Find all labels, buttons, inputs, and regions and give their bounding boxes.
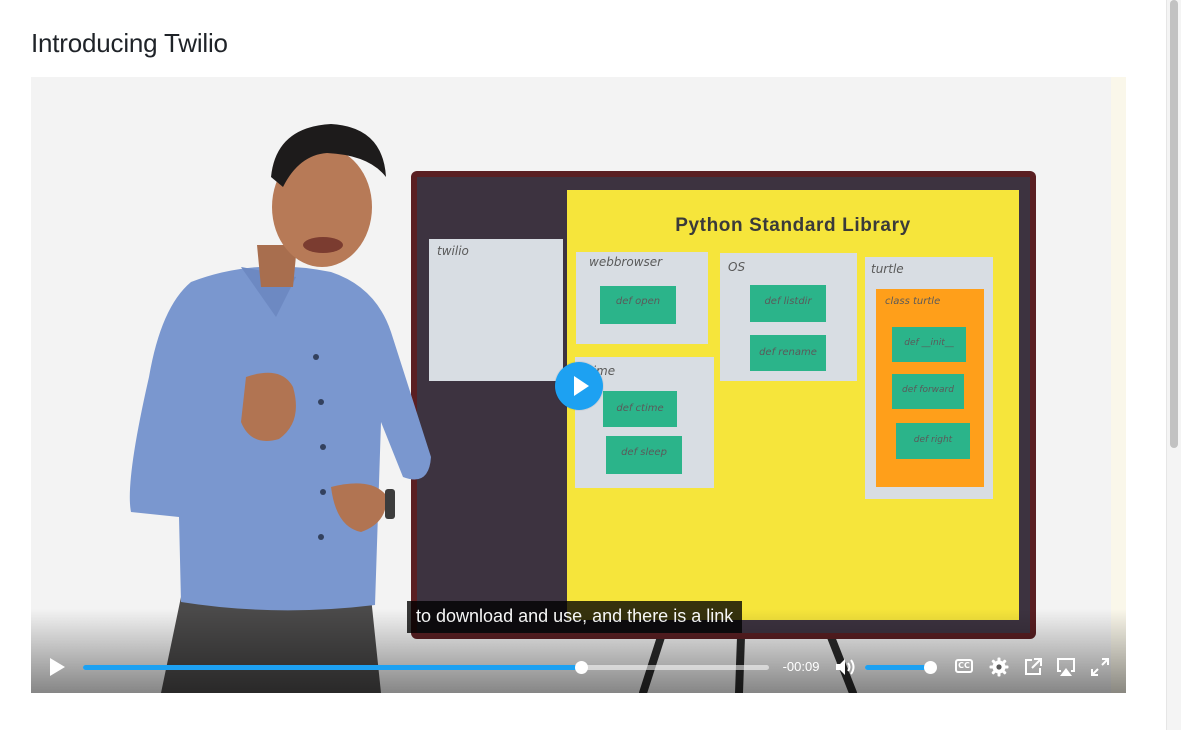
volume-slider[interactable] [865,661,937,674]
func-init-label: def __init__ [904,338,954,348]
volume-icon[interactable] [834,657,856,677]
func-forward-label: def forward [902,385,954,395]
func-rename-label: def rename [759,347,817,358]
volume-fill [865,665,930,670]
func-sleep-label: def sleep [621,447,667,458]
captions-icon[interactable]: CC [955,659,973,673]
os-card-label: OS [728,260,745,274]
twilio-card [429,239,563,381]
progress-bar[interactable] [83,661,769,674]
func-listdir-label: def listdir [764,296,812,307]
video-controls: -00:09 CC [31,647,1126,687]
turtle-card-label: turtle [871,262,904,276]
play-button[interactable] [47,657,67,677]
twilio-card-label: twilio [437,244,469,258]
board-title: Python Standard Library [675,215,911,236]
volume-handle[interactable] [923,661,937,674]
progress-handle[interactable] [575,661,589,674]
func-ctime-label: def ctime [616,403,663,414]
play-icon [574,376,589,396]
gear-icon[interactable] [989,657,1009,677]
big-play-button[interactable] [555,362,603,410]
func-open-label: def open [616,296,660,307]
time-remaining: -00:09 [782,659,820,674]
external-link-icon[interactable] [1023,657,1043,677]
func-right-label: def right [914,435,953,445]
scrollbar-thumb[interactable] [1170,0,1178,448]
fullscreen-icon[interactable] [1090,657,1110,677]
webbrowser-card-label: webbrowser [589,255,663,269]
video-player[interactable]: Python Standard Library twilio webbrowse… [31,77,1126,693]
progress-fill [83,665,582,670]
page-title: Introducing Twilio [31,28,228,58]
airplay-icon[interactable] [1056,657,1076,677]
turtle-class-label: class turtle [885,296,940,307]
